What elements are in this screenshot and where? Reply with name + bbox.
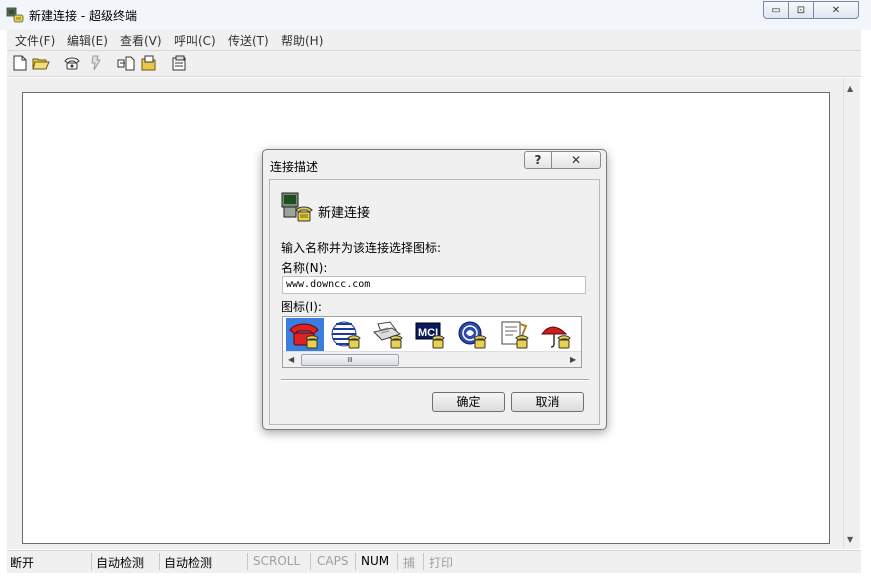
menu-view[interactable]: 查看(V) bbox=[120, 32, 162, 49]
scroll-up-icon[interactable]: ▲ bbox=[847, 84, 853, 93]
dialog-body: 新建连接 输入名称并为该连接选择图标: 名称(N): www.downcc.co… bbox=[269, 179, 600, 425]
dialog-close-button[interactable]: ✕ bbox=[551, 151, 601, 169]
status-caps: CAPS bbox=[317, 554, 349, 568]
status-capture: 捕 bbox=[403, 556, 416, 570]
status-bar: 断开 自动检测 自动检测 SCROLL CAPS NUM 捕 打印 bbox=[7, 550, 861, 573]
status-separator bbox=[91, 553, 92, 570]
properties-icon[interactable] bbox=[171, 54, 189, 72]
new-file-icon[interactable] bbox=[11, 54, 29, 72]
connection-name-input[interactable]: www.downcc.com bbox=[282, 276, 586, 294]
title-bar: 新建连接 - 超级终端 ▭ ⊡ ✕ bbox=[0, 0, 871, 30]
status-separator bbox=[159, 553, 160, 570]
status-detect-1: 自动检测 bbox=[96, 556, 145, 570]
open-folder-icon[interactable] bbox=[32, 54, 50, 72]
hyperterminal-app-icon bbox=[6, 7, 24, 23]
printer-icon[interactable] bbox=[370, 318, 408, 351]
dialog-prompt: 输入名称并为该连接选择图标: bbox=[281, 241, 442, 255]
status-separator bbox=[247, 553, 248, 570]
minimize-button[interactable]: ▭ bbox=[763, 1, 789, 19]
close-button[interactable]: ✕ bbox=[813, 1, 859, 19]
new-connection-icon bbox=[281, 192, 313, 222]
name-label: 名称(N): bbox=[281, 261, 328, 275]
dial-phone-icon[interactable] bbox=[63, 54, 81, 72]
disconnect-icon[interactable] bbox=[87, 54, 105, 72]
icon-list-scrollbar[interactable]: ◀ Ⅲ ▶ bbox=[283, 351, 581, 367]
status-scroll: SCROLL bbox=[253, 554, 301, 568]
vertical-scrollbar[interactable]: ▲ ▼ bbox=[843, 78, 860, 549]
connection-heading: 新建连接 bbox=[318, 206, 371, 221]
status-separator bbox=[310, 553, 311, 570]
scroll-left-icon[interactable]: ◀ bbox=[288, 355, 294, 364]
status-separator bbox=[397, 553, 398, 570]
status-separator bbox=[423, 553, 424, 570]
cancel-button[interactable]: 取消 bbox=[511, 392, 584, 412]
scroll-thumb[interactable]: Ⅲ bbox=[301, 354, 399, 366]
dialog-title: 连接描述 bbox=[270, 160, 319, 174]
ok-button[interactable]: 确定 bbox=[432, 392, 505, 412]
toolbar bbox=[7, 51, 861, 77]
status-detect-2: 自动检测 bbox=[164, 556, 213, 570]
menu-call[interactable]: 呼叫(C) bbox=[174, 32, 216, 49]
dialog-divider bbox=[281, 379, 589, 381]
menu-transfer[interactable]: 传送(T) bbox=[228, 32, 269, 49]
status-separator bbox=[355, 553, 356, 570]
menu-file[interactable]: 文件(F) bbox=[15, 32, 55, 49]
icon-list[interactable]: MCI ◀ Ⅲ ▶ bbox=[282, 316, 582, 368]
dialog-help-button[interactable]: ? bbox=[524, 151, 552, 169]
status-print: 打印 bbox=[429, 556, 454, 570]
maximize-button[interactable]: ⊡ bbox=[788, 1, 814, 19]
window-title: 新建连接 - 超级终端 bbox=[29, 9, 137, 23]
ge-icon[interactable] bbox=[454, 318, 492, 351]
icon-label: 图标(I): bbox=[281, 300, 322, 314]
umbrella-icon[interactable] bbox=[538, 318, 576, 351]
menu-help[interactable]: 帮助(H) bbox=[281, 32, 323, 49]
status-connection: 断开 bbox=[10, 556, 35, 570]
scroll-down-icon[interactable]: ▼ bbox=[847, 535, 853, 544]
red-phone-icon[interactable] bbox=[286, 318, 324, 351]
menu-bar: 文件(F) 编辑(E) 查看(V) 呼叫(C) 传送(T) 帮助(H) bbox=[7, 30, 861, 51]
send-file-icon[interactable] bbox=[117, 54, 135, 72]
scroll-right-icon[interactable]: ▶ bbox=[570, 355, 576, 364]
connection-description-dialog: 连接描述 ? ✕ 新建连接 输入名称并为该连接选择图标: 名称(N): www.… bbox=[262, 149, 607, 430]
document-icon[interactable] bbox=[496, 318, 534, 351]
receive-file-icon[interactable] bbox=[140, 54, 158, 72]
mci-icon[interactable]: MCI bbox=[412, 318, 450, 351]
window-controls: ▭ ⊡ ✕ bbox=[763, 1, 859, 19]
status-num: NUM bbox=[361, 554, 390, 568]
globe-icon[interactable] bbox=[328, 318, 366, 351]
menu-edit[interactable]: 编辑(E) bbox=[67, 32, 108, 49]
